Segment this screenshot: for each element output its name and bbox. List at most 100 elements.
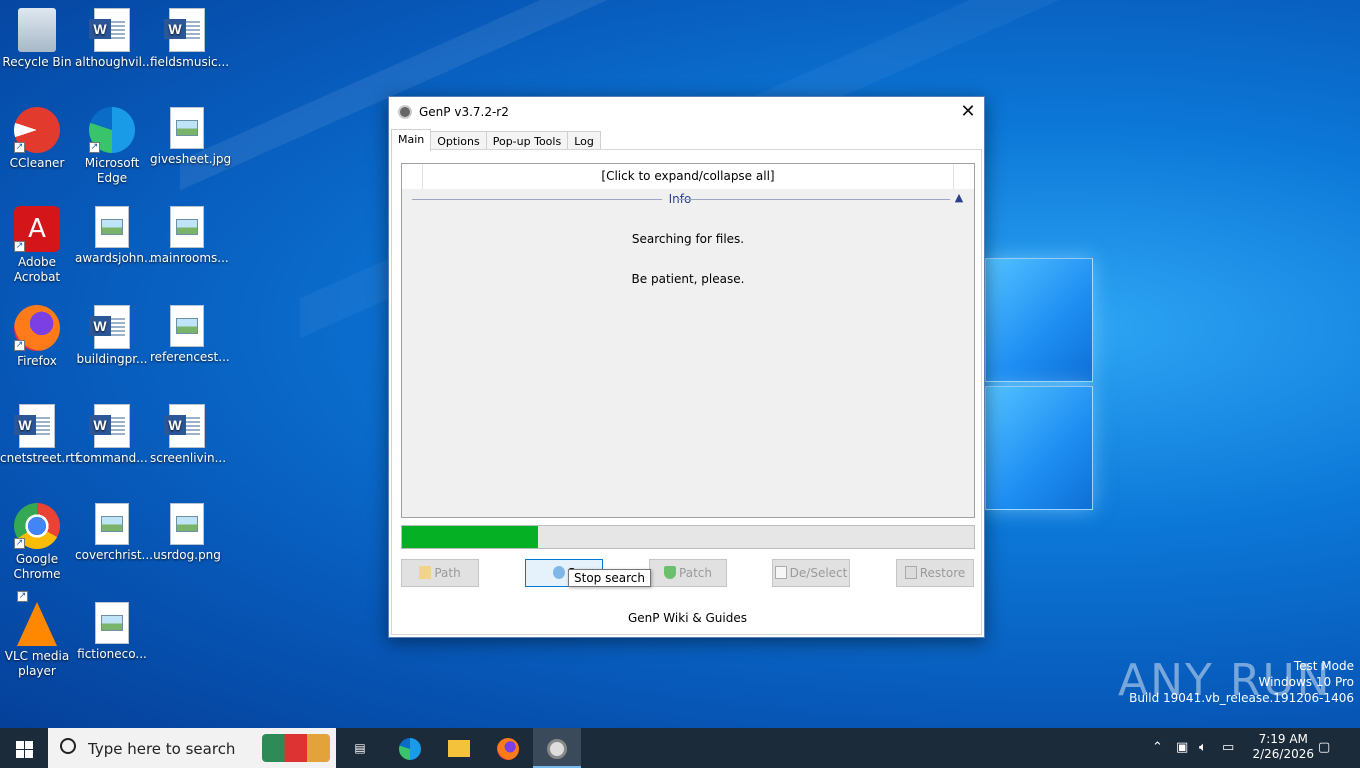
desktop-icon-recycle-bin[interactable]: Recycle Bin: [0, 8, 74, 70]
vlc-icon: ↗: [17, 591, 57, 646]
chrome-icon: ↗: [14, 503, 60, 549]
genp-window: GenP v3.7.2-r2 ✕ Main Options Pop-up Too…: [388, 96, 985, 638]
build-text: Build 19041.vb_release.191206-1406: [1129, 691, 1354, 705]
path-button[interactable]: Path: [401, 559, 479, 587]
image-file-icon: [170, 503, 204, 545]
progress-bar: [401, 525, 975, 549]
task-view-button[interactable]: ▤: [336, 728, 384, 768]
desktop-icon-google-chrome[interactable]: ↗ Google Chrome: [0, 503, 74, 582]
desktop-icon-fieldsmusic[interactable]: W fieldsmusic...: [150, 8, 229, 70]
word-doc-icon: W: [89, 8, 130, 52]
word-doc-icon: W: [89, 404, 130, 448]
search-placeholder: Type here to search: [88, 740, 236, 758]
desktop-icon-buildingpr[interactable]: W buildingpr...: [75, 305, 149, 367]
image-file-icon: [95, 503, 129, 545]
volume-icon[interactable]: 🔈︎: [1199, 740, 1207, 755]
tab-popup-tools[interactable]: Pop-up Tools: [485, 131, 569, 151]
genp-icon: [547, 738, 567, 759]
tab-options[interactable]: Options: [430, 131, 487, 151]
system-clock[interactable]: 7:19 AM 2/26/2026: [1252, 732, 1314, 762]
image-file-icon: [95, 206, 129, 248]
path-button-label: Path: [434, 566, 461, 580]
divider: [678, 199, 950, 200]
image-file-icon: [95, 602, 129, 644]
desktop: Recycle Bin W althoughvil... W fieldsmus…: [0, 0, 1360, 728]
stop-search-tooltip: Stop search: [568, 569, 651, 587]
search-icon: [60, 738, 76, 754]
expand-collapse-bar[interactable]: [Click to expand/collapse all]: [402, 164, 974, 189]
file-explorer-icon: [448, 740, 470, 757]
search-highlight-image: [262, 734, 330, 762]
image-file-icon: [170, 206, 204, 248]
desktop-icon-awardsjohn[interactable]: awardsjohn...: [75, 206, 155, 266]
chevron-up-icon[interactable]: ▲: [952, 191, 966, 205]
taskbar-search-box[interactable]: Type here to search: [48, 728, 336, 768]
edge-icon: [399, 737, 421, 760]
folder-icon: [419, 566, 432, 579]
genp-app-icon: [398, 105, 412, 119]
checkbox-icon: [774, 566, 787, 579]
task-view-icon: ▤: [354, 741, 366, 755]
taskbar-file-explorer[interactable]: [435, 728, 483, 768]
desktop-icon-mainrooms[interactable]: mainrooms...: [150, 206, 229, 266]
edge-icon: ↗: [89, 107, 135, 153]
os-watermark: Test Mode Windows 10 Pro Build 19041.vb_…: [1129, 658, 1354, 706]
desktop-icon-fictioneco[interactable]: fictioneco...: [75, 602, 149, 662]
main-tab-panel: [Click to expand/collapse all] Info ▲ Se…: [391, 149, 982, 635]
patch-button[interactable]: Patch: [649, 559, 727, 587]
info-group-header[interactable]: Info ▲: [412, 191, 966, 207]
deselect-button[interactable]: De/Select: [772, 559, 850, 587]
taskbar-edge[interactable]: [386, 728, 434, 768]
status-message: Be patient, please.: [631, 272, 745, 286]
notification-icon[interactable]: ▢: [1318, 740, 1330, 755]
wiki-link[interactable]: GenP Wiki & Guides: [392, 611, 983, 625]
desktop-icon-command[interactable]: W command...: [75, 404, 149, 466]
desktop-icon-vlc[interactable]: ↗ VLC media player: [0, 591, 74, 679]
ccleaner-icon: ↗: [14, 107, 60, 153]
meet-now-icon[interactable]: ▣: [1176, 740, 1188, 755]
divider: [412, 199, 662, 200]
status-message: Searching for files.: [631, 232, 745, 246]
network-icon[interactable]: ▭: [1222, 740, 1234, 755]
deselect-button-label: De/Select: [789, 566, 848, 580]
chevron-up-icon[interactable]: ⌃: [1152, 740, 1163, 755]
start-button[interactable]: [0, 728, 48, 768]
word-doc-icon: W: [89, 305, 130, 349]
firefox-icon: [497, 737, 519, 760]
desktop-icon-adobe-acrobat[interactable]: A ↗ Adobe Acrobat: [0, 206, 74, 285]
desktop-icon-ccleaner[interactable]: ↗ CCleaner: [0, 107, 74, 171]
search-icon: [552, 566, 565, 579]
test-mode-text: Test Mode: [1293, 659, 1354, 673]
shield-check-icon: [664, 566, 677, 579]
desktop-icon-cnetstreet[interactable]: W cnetstreet.rtf: [0, 404, 79, 466]
taskbar-genp[interactable]: [533, 728, 581, 768]
expand-collapse-label[interactable]: [Click to expand/collapse all]: [422, 164, 954, 189]
word-doc-icon: W: [164, 404, 205, 448]
restore-button-label: Restore: [919, 566, 966, 580]
desktop-icon-coverchrist[interactable]: coverchrist...: [75, 503, 153, 563]
desktop-icon-screenlivin[interactable]: W screenlivin...: [150, 404, 226, 466]
desktop-icon-givesheet[interactable]: givesheet.jpg: [150, 107, 231, 167]
word-doc-icon: W: [14, 404, 55, 448]
progress-fill: [402, 526, 538, 548]
title-bar[interactable]: GenP v3.7.2-r2 ✕: [389, 97, 984, 127]
tab-main[interactable]: Main: [391, 129, 432, 151]
desktop-icon-firefox[interactable]: ↗ Firefox: [0, 305, 74, 369]
image-file-icon: [170, 107, 204, 149]
acrobat-icon: A ↗: [14, 206, 60, 252]
desktop-icon-althoughvil[interactable]: W althoughvil...: [75, 8, 153, 70]
restore-icon: [904, 566, 917, 579]
taskbar-firefox[interactable]: [484, 728, 532, 768]
close-button[interactable]: ✕: [952, 97, 984, 127]
desktop-icon-microsoft-edge[interactable]: ↗ Microsoft Edge: [75, 107, 149, 186]
tab-log[interactable]: Log: [567, 131, 601, 151]
word-doc-icon: W: [164, 8, 205, 52]
desktop-icon-usrdog[interactable]: usrdog.png: [150, 503, 224, 563]
clock-time: 7:19 AM: [1258, 732, 1308, 746]
taskbar: Type here to search ▤ ⌃ ▣ 🔈︎ ▭ 7:19 AM 2…: [0, 728, 1360, 768]
firefox-icon: ↗: [14, 305, 60, 351]
restore-button[interactable]: Restore: [896, 559, 974, 587]
window-title: GenP v3.7.2-r2: [419, 105, 509, 119]
info-list: [Click to expand/collapse all] Info ▲ Se…: [401, 163, 975, 518]
desktop-icon-referencest[interactable]: referencest...: [150, 305, 230, 365]
